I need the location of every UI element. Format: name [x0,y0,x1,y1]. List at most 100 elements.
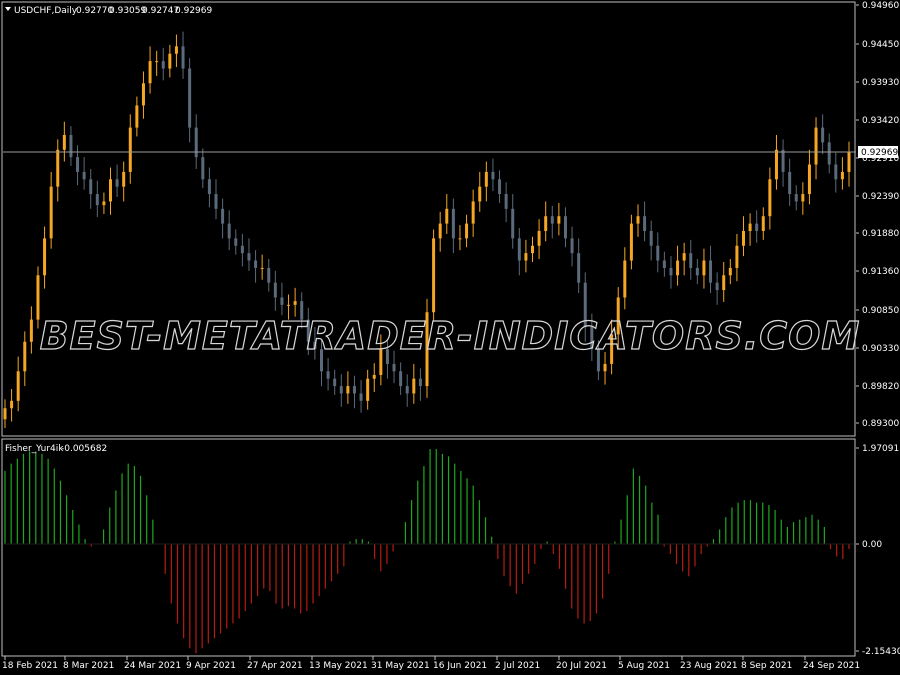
candle-body [531,245,534,254]
candle-body [155,61,159,63]
price-tick: 0.94450 [862,40,899,50]
candle-body [49,186,53,239]
candle-body [702,260,706,276]
price-axis[interactable]: 0.94960 0.94450 0.93930 0.93420 0.92910 … [856,1,899,429]
indicator-value: -0.005682 [61,444,107,454]
candle-body [339,386,343,394]
candle-body [188,68,192,128]
candle-body [287,304,291,306]
candle-body [636,216,640,224]
candle-body [95,194,99,206]
candle-body [432,238,436,313]
candle-body [366,378,370,401]
current-price-text: 0.92969 [861,148,898,158]
candle-body [43,238,47,276]
candle-body [135,105,139,128]
candle-body [781,149,785,172]
candle-body [603,363,607,372]
candle-body [722,275,726,291]
time-tick: 24 Mar 2021 [124,661,181,671]
candle-body [689,253,693,268]
price-tick: 0.89820 [862,382,899,392]
candle-body [346,386,350,394]
indicator-tick: 0.00 [862,540,882,550]
indicator-panel[interactable] [1,438,856,657]
indicator-tick: 1.970915 [862,444,900,454]
candle-body [29,319,33,342]
candle-body [280,297,284,305]
candle-body [438,223,442,239]
candle-body [161,61,165,69]
candle-body [550,216,554,224]
candle-body [649,230,653,246]
candle-body [570,238,574,254]
candle-body [10,400,14,409]
candle-body [207,179,211,195]
candle-body [807,164,811,195]
time-tick: 16 Jun 2021 [433,661,487,671]
price-tick: 0.91880 [862,229,899,239]
time-tick: 8 Sep 2021 [741,661,792,671]
candle-body [392,363,396,372]
candle-body [102,201,106,206]
candle-body [56,149,60,187]
candle-body [788,171,792,195]
candle-body [827,142,831,165]
candle-body [768,179,772,217]
candle-body [504,194,508,209]
candle-body [240,245,244,254]
candle-body [36,275,40,320]
candle-body [399,371,403,387]
candle-body [577,253,581,283]
candle-body [761,216,765,231]
candle-body [445,208,449,224]
candle-body [840,171,844,180]
indicator-tick: -2.154309 [862,647,900,657]
candle-body [293,301,297,305]
candle-body [227,223,231,239]
candle-body [333,378,337,387]
candle-body [834,164,838,180]
price-tick: 0.93420 [862,116,899,126]
ohlc-high: 0.93059 [109,6,146,16]
time-tick: 27 Apr 2021 [247,661,303,671]
candle-body [774,149,778,180]
candle-body [491,171,495,180]
candle-body [695,267,699,276]
candle-body [247,253,251,261]
candle-body [662,260,666,268]
candle-body [801,194,805,202]
price-tick: 0.93930 [862,78,899,88]
candle-body [623,260,627,298]
time-axis[interactable]: 18 Feb 2021 8 Mar 2021 24 Mar 2021 9 Apr… [2,656,860,671]
indicator-title: Fisher_Yur4ik [5,444,64,454]
candle-body [656,245,660,261]
candle-body [352,386,356,394]
candle-body [372,374,376,379]
candle-body [524,253,528,261]
candle-body [847,151,851,172]
candle-body [735,245,739,268]
price-tick: 0.89300 [862,419,899,429]
indicator-axis[interactable]: 1.970915 0.00 -2.154309 [856,444,900,657]
candle-body [643,216,647,231]
ohlc-low: 0.92747 [142,6,179,16]
time-tick: 18 Feb 2021 [2,661,58,671]
chart-canvas[interactable]: BEST-METATRADER-INDICATORS.COM USDCHF,Da… [0,0,900,675]
candle-body [814,127,818,165]
candle-body [76,157,80,172]
candle-body [498,179,502,195]
candle-body [715,282,719,291]
candle-body [82,171,86,180]
candle-body [676,260,680,276]
candle-body [465,223,469,239]
candle-body [458,238,462,240]
candle-body [89,179,93,195]
candle-body [471,201,475,224]
candle-body [174,46,178,54]
candle-body [451,208,455,239]
candle-body [201,157,205,180]
candle-body [260,267,264,269]
ohlc-close: 0.92969 [175,6,212,16]
candle-body [62,134,66,150]
